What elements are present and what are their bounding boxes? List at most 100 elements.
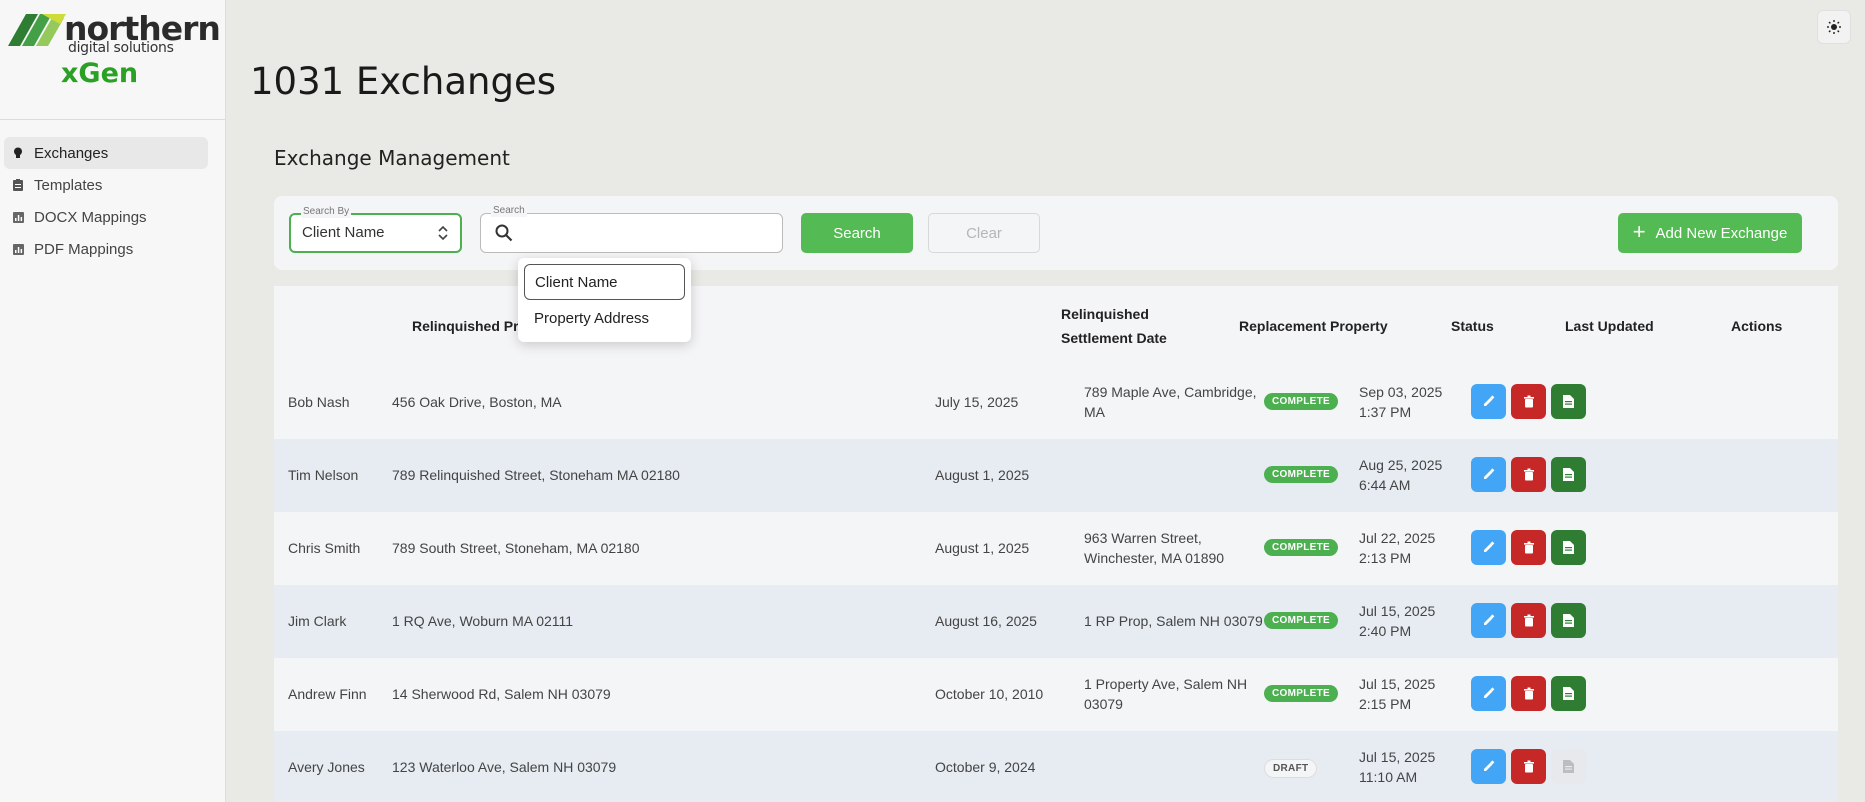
- search-input[interactable]: Search: [480, 205, 783, 253]
- document-icon: [1563, 395, 1574, 408]
- client-name: Bob Nash: [288, 394, 350, 410]
- pencil-icon: [1484, 687, 1495, 698]
- header-settlement-date[interactable]: Relinquished Settlement Date: [1061, 302, 1167, 350]
- trash-icon: [1523, 395, 1534, 408]
- clear-button[interactable]: Clear: [928, 213, 1040, 253]
- settlement-date: August 1, 2025: [935, 540, 1030, 556]
- pencil-icon: [1484, 468, 1495, 479]
- exchanges-table: Relinquished Property Relinquished Settl…: [274, 286, 1838, 802]
- header-actions: Actions: [1731, 318, 1783, 334]
- trash-icon: [1523, 614, 1534, 627]
- replacement-line2: 03079: [1084, 696, 1123, 712]
- client-name: Chris Smith: [288, 540, 361, 556]
- header-settlement-line2: Settlement Date: [1061, 330, 1167, 346]
- search-by-value: Client Name: [302, 224, 385, 241]
- delete-button[interactable]: [1511, 749, 1546, 784]
- section-title: Exchange Management: [274, 146, 510, 170]
- add-new-exchange-label: Add New Exchange: [1655, 224, 1788, 242]
- last-updated: Jul 22, 2025 2:13 PM: [1359, 528, 1435, 568]
- trash-icon: [1523, 760, 1534, 773]
- edit-button[interactable]: [1471, 457, 1506, 492]
- sun-icon: [1827, 20, 1841, 34]
- sidebar-item-exchanges[interactable]: Exchanges: [4, 137, 208, 169]
- generate-document-button[interactable]: [1551, 530, 1586, 565]
- header-settlement-line1: Relinquished: [1061, 306, 1149, 322]
- edit-button[interactable]: [1471, 530, 1506, 565]
- relinquished-property: 123 Waterloo Ave, Salem NH 03079: [392, 759, 617, 775]
- status-badge: COMPLETE: [1264, 612, 1338, 629]
- relinquished-property: 14 Sherwood Rd, Salem NH 03079: [392, 686, 611, 702]
- settlement-date: October 9, 2024: [935, 759, 1036, 775]
- updated-time: 11:10 AM: [1359, 769, 1418, 785]
- document-icon: [1563, 687, 1574, 700]
- brand-tagline: digital solutions: [68, 40, 174, 56]
- delete-button[interactable]: [1511, 603, 1546, 638]
- last-updated: Jul 15, 2025 11:10 AM: [1359, 747, 1435, 787]
- replacement-property: 1 Property Ave, Salem NH 03079: [1084, 674, 1247, 714]
- search-by-select[interactable]: Search By Client Name: [289, 206, 462, 253]
- search-button[interactable]: Search: [801, 213, 913, 253]
- pencil-icon: [1484, 760, 1495, 771]
- generate-document-button[interactable]: [1551, 603, 1586, 638]
- clipboard-icon: [12, 179, 24, 191]
- header-last-updated[interactable]: Last Updated: [1565, 314, 1654, 338]
- status-badge: COMPLETE: [1264, 685, 1338, 702]
- option-client-name[interactable]: Client Name: [524, 264, 685, 300]
- edit-button[interactable]: [1471, 384, 1506, 419]
- sidebar-item-pdf-mappings[interactable]: PDF Mappings: [4, 233, 208, 265]
- replacement-line1: 789 Maple Ave, Cambridge,: [1084, 384, 1257, 400]
- updated-date: Jul 15, 2025: [1359, 749, 1436, 765]
- status-badge: COMPLETE: [1264, 539, 1338, 556]
- generate-document-button[interactable]: [1551, 384, 1586, 419]
- edit-button[interactable]: [1471, 603, 1506, 638]
- bar-chart-icon: [12, 243, 24, 255]
- generate-document-button[interactable]: [1551, 676, 1586, 711]
- generate-document-button[interactable]: [1551, 457, 1586, 492]
- header-replacement-property[interactable]: Replacement Property: [1239, 314, 1388, 338]
- updated-time: 2:40 PM: [1359, 623, 1412, 639]
- table-header: Relinquished Property Relinquished Settl…: [274, 286, 1838, 366]
- replacement-property: 963 Warren Street, Winchester, MA 01890: [1084, 528, 1224, 568]
- updated-date: Jul 15, 2025: [1359, 603, 1436, 619]
- settlement-date: October 10, 2010: [935, 686, 1044, 702]
- header-status[interactable]: Status: [1451, 314, 1494, 338]
- table-row: Avery Jones 123 Waterloo Ave, Salem NH 03…: [274, 731, 1838, 802]
- edit-button[interactable]: [1471, 676, 1506, 711]
- edit-button[interactable]: [1471, 749, 1506, 784]
- document-icon: [1563, 468, 1574, 481]
- client-name: Jim Clark: [288, 613, 347, 629]
- status-badge: DRAFT: [1264, 759, 1318, 778]
- bar-chart-icon: [12, 211, 24, 223]
- trash-icon: [1523, 541, 1534, 554]
- delete-button[interactable]: [1511, 384, 1546, 419]
- updated-time: 2:13 PM: [1359, 550, 1412, 566]
- theme-toggle-button[interactable]: [1817, 10, 1851, 44]
- sidebar-item-label: Exchanges: [34, 144, 109, 162]
- option-property-address[interactable]: Property Address: [524, 300, 685, 336]
- delete-button[interactable]: [1511, 676, 1546, 711]
- document-icon: [1563, 541, 1574, 554]
- table-row: Chris Smith 789 South Street, Stoneham, M…: [274, 512, 1838, 585]
- settlement-date: August 1, 2025: [935, 467, 1030, 483]
- logo: northern digital solutions xGen: [0, 0, 225, 120]
- sidebar-item-label: DOCX Mappings: [34, 208, 147, 226]
- client-name: Andrew Finn: [288, 686, 367, 702]
- replacement-line1: 1 RP Prop, Salem NH 03079: [1084, 613, 1263, 629]
- delete-button[interactable]: [1511, 457, 1546, 492]
- table-row: Tim Nelson 789 Relinquished Street, Stone…: [274, 439, 1838, 512]
- trash-icon: [1523, 468, 1534, 481]
- table-row: Bob Nash 456 Oak Drive, Boston, MA July 15…: [274, 366, 1838, 439]
- delete-button[interactable]: [1511, 530, 1546, 565]
- relinquished-property: 1 RQ Ave, Woburn MA 02111: [392, 613, 574, 629]
- sidebar-item-docx-mappings[interactable]: DOCX Mappings: [4, 201, 208, 233]
- unfold-icon: [438, 225, 448, 241]
- replacement-property: 789 Maple Ave, Cambridge, MA: [1084, 382, 1257, 422]
- document-icon: [1563, 614, 1574, 627]
- page-title: 1031 Exchanges: [250, 60, 556, 103]
- sidebar-item-templates[interactable]: Templates: [4, 169, 208, 201]
- add-new-exchange-button[interactable]: + Add New Exchange: [1618, 213, 1802, 253]
- status-badge: COMPLETE: [1264, 466, 1338, 483]
- search-icon: [495, 224, 513, 242]
- last-updated: Jul 15, 2025 2:40 PM: [1359, 601, 1435, 641]
- relinquished-property: 456 Oak Drive, Boston, MA: [392, 394, 562, 410]
